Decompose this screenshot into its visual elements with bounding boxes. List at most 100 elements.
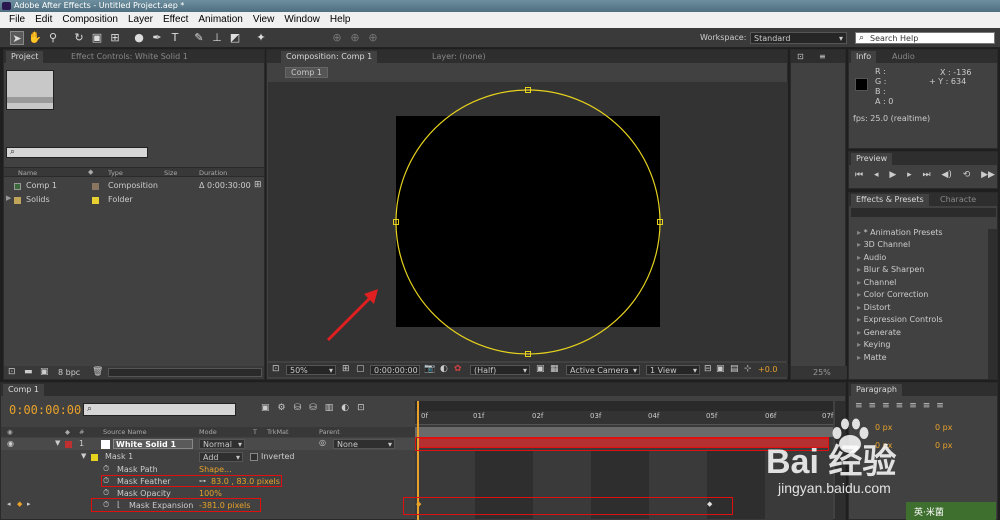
resolution-select[interactable]: (Half) ▾ [470, 365, 530, 375]
justify-left-icon[interactable]: ≡ [896, 401, 904, 413]
menu-layer[interactable]: Layer [123, 12, 158, 28]
menu-file[interactable]: File [4, 12, 30, 28]
menu-edit[interactable]: Edit [30, 12, 57, 28]
project-scrollbar[interactable] [108, 368, 262, 377]
draft-3d-icon[interactable]: ⛁ [294, 403, 302, 417]
current-time-field[interactable]: 0:00:00:00 [370, 365, 420, 375]
layer-mode-select[interactable]: Normal ▾ [199, 439, 245, 449]
fx-keying[interactable]: Keying [857, 340, 891, 349]
fx-generate[interactable]: Generate [857, 328, 901, 337]
inverted-checkbox[interactable] [250, 453, 258, 461]
flowchart-icon[interactable]: ⊹ [744, 364, 752, 374]
layer-row[interactable]: ◉ ▼ 1 White Solid 1 Normal ▾ ◎ None ▾ [1, 438, 415, 450]
menu-animation[interactable]: Animation [193, 12, 247, 28]
view-layout-select[interactable]: 1 View ▾ [646, 365, 700, 375]
menu-help[interactable]: Help [325, 12, 356, 28]
snapshot-icon[interactable]: 📷 [424, 364, 435, 374]
graph-editor-icon[interactable]: ⊡ [357, 403, 365, 417]
align-right-icon[interactable]: ≡ [882, 401, 890, 413]
fx-blur-sharpen[interactable]: Blur & Sharpen [857, 265, 925, 274]
justify-all-icon[interactable]: ≡ [936, 401, 944, 413]
prev-frame-icon[interactable]: ◂ [874, 170, 879, 184]
fx-color-correction[interactable]: Color Correction [857, 290, 929, 299]
fx-animation-presets[interactable]: * Animation Presets [857, 228, 943, 237]
exposure-value[interactable]: +0.0 [758, 365, 777, 374]
layer-name[interactable]: White Solid 1 [113, 439, 193, 449]
comp-mini-flowchart-icon[interactable]: ▣ [261, 403, 270, 417]
project-item-comp[interactable]: Comp 1 Composition Δ 0:00:30:00 ⊞ [4, 180, 264, 193]
tab-paragraph[interactable]: Paragraph [851, 384, 902, 396]
magnification-select[interactable]: 50% ▾ [286, 365, 336, 375]
tab-effects-presets[interactable]: Effects & Presets [851, 194, 929, 206]
tab-comp-1[interactable]: Comp 1 [3, 384, 44, 396]
mask-path-circle[interactable] [395, 89, 661, 355]
add-keyframe-icon[interactable]: ◆ [17, 500, 22, 508]
interpret-footage-icon[interactable]: ⊡ [8, 367, 16, 377]
fx-3d-channel[interactable]: 3D Channel [857, 240, 911, 249]
region-of-interest-icon[interactable]: ▣ [536, 364, 545, 374]
bpc-label[interactable]: 8 bpc [58, 368, 80, 377]
prev-keyframe-icon[interactable]: ◂ [7, 500, 11, 508]
zoom-tool-icon[interactable]: ⚲ [46, 31, 60, 45]
viewer-menu-icon[interactable]: ≡ [819, 52, 826, 61]
effects-scrollbar[interactable] [988, 229, 997, 379]
live-update-icon[interactable]: ⚙ [278, 403, 286, 417]
secondary-zoom[interactable]: 25% [813, 368, 831, 377]
project-search-input[interactable]: ⌕ [6, 147, 148, 158]
play-icon[interactable]: ▶ [889, 170, 896, 184]
transparency-grid-icon[interactable]: ▦ [550, 364, 559, 374]
hide-shy-icon[interactable]: ⛁ [309, 403, 317, 417]
trash-icon[interactable]: 🗑 [92, 367, 103, 377]
menu-window[interactable]: Window [279, 12, 325, 28]
comp-breadcrumb[interactable]: Comp 1 [285, 67, 328, 78]
tab-layer[interactable]: Layer: (none) [427, 51, 491, 63]
workspace-select[interactable]: Standard [750, 32, 847, 44]
flowchart-icon[interactable]: ⊞ [254, 180, 262, 190]
always-preview-icon[interactable]: ⊡ [272, 364, 280, 374]
justify-center-icon[interactable]: ≡ [909, 401, 917, 413]
hand-tool-icon[interactable]: ✋ [28, 31, 42, 45]
col-name[interactable]: Name [18, 169, 37, 177]
grid-icon[interactable]: ⊞ [342, 364, 350, 374]
motion-blur-icon[interactable]: ◐ [341, 403, 349, 417]
tab-audio[interactable]: Audio [887, 51, 920, 63]
mask-row[interactable]: ▼ Mask 1 Add ▾ Inverted [1, 451, 415, 463]
menu-effect[interactable]: Effect [158, 12, 193, 28]
new-comp-icon[interactable]: ▣ [40, 367, 49, 377]
tab-character[interactable]: Characte [935, 194, 981, 206]
composition-viewer[interactable] [268, 82, 788, 361]
view-axis-icon[interactable]: ⊕ [366, 31, 380, 45]
viewer-lock-icon[interactable]: ⊡ [797, 52, 804, 61]
fx-audio[interactable]: Audio [857, 253, 887, 262]
tab-preview[interactable]: Preview [851, 153, 893, 165]
align-center-icon[interactable]: ≡ [869, 401, 877, 413]
col-mode[interactable]: Mode [199, 428, 217, 436]
col-parent[interactable]: Parent [319, 428, 340, 436]
eraser-tool-icon[interactable]: ◩ [228, 31, 242, 45]
col-type[interactable]: Type [108, 169, 123, 177]
show-snapshot-icon[interactable]: ◐ [440, 364, 448, 374]
next-frame-icon[interactable]: ▸ [907, 170, 912, 184]
layer-label-swatch[interactable] [65, 441, 72, 448]
last-frame-icon[interactable]: ⏭ [922, 170, 930, 184]
type-tool-icon[interactable]: T [168, 31, 182, 45]
first-frame-icon[interactable]: ⏮ [855, 170, 863, 184]
ram-preview-icon[interactable]: ▶▶ [981, 170, 995, 184]
work-area-bar[interactable] [415, 401, 833, 411]
mask-color-swatch[interactable] [91, 454, 98, 461]
expand-arrow-icon[interactable]: ▶ [6, 194, 11, 202]
pick-whip-icon[interactable]: ◎ [319, 438, 326, 447]
pan-behind-tool-icon[interactable]: ⊞ [108, 31, 122, 45]
audio-icon[interactable]: ◀) [941, 170, 951, 184]
rotate-tool-icon[interactable]: ↻ [72, 31, 86, 45]
camera-select[interactable]: Active Camera ▾ [566, 365, 640, 375]
world-axis-icon[interactable]: ⊕ [348, 31, 362, 45]
justify-right-icon[interactable]: ≡ [923, 401, 931, 413]
expand-arrow-icon[interactable]: ▼ [55, 439, 60, 447]
tab-composition[interactable]: Composition: Comp 1 [281, 51, 378, 63]
camera-tool-icon[interactable]: ▣ [90, 31, 104, 45]
prop-value[interactable]: Shape... [199, 465, 232, 474]
mask-name[interactable]: Mask 1 [105, 452, 133, 461]
timeline-icon[interactable]: ▤ [730, 364, 739, 374]
mask-mode-select[interactable]: Add ▾ [199, 452, 243, 462]
